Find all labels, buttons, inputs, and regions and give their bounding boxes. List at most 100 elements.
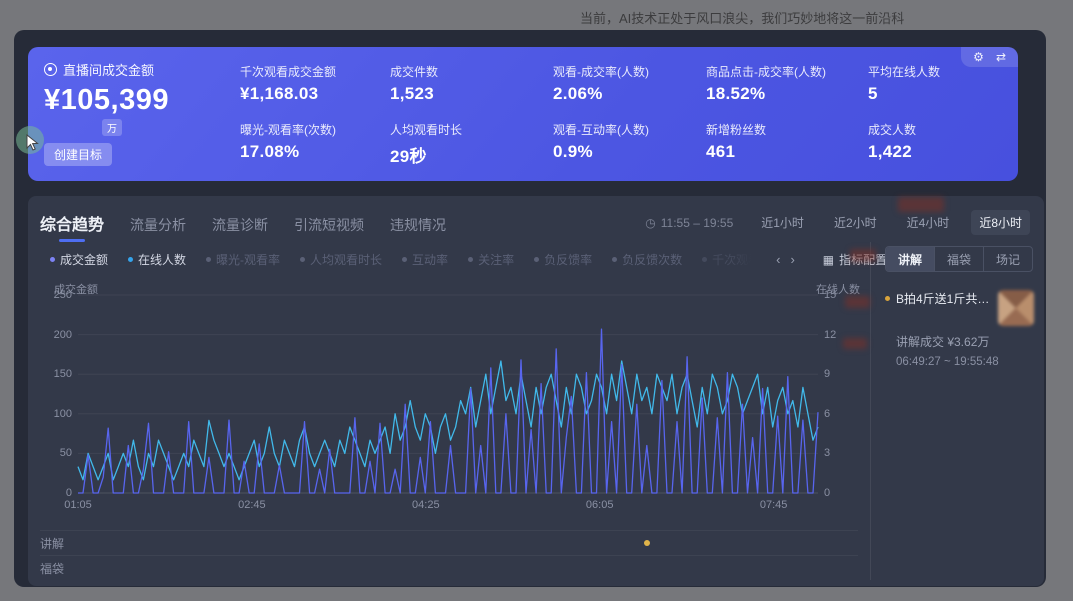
side-panel-tabs: 讲解福袋场记 bbox=[885, 246, 1033, 272]
x-tick: 02:45 bbox=[238, 499, 266, 511]
legend-nav: ‹ › bbox=[776, 252, 795, 267]
stats-corner-tools: ⚙ ⇄ bbox=[961, 47, 1018, 67]
time-option-2[interactable]: 近4小时 bbox=[899, 210, 958, 235]
target-icon bbox=[44, 63, 57, 76]
y-left-tick: 200 bbox=[42, 329, 72, 341]
time-range-display: ◷ 11:55 – 19:55 bbox=[645, 216, 733, 230]
time-quick-buttons: 近1小时近2小时近4小时近8小时 bbox=[753, 210, 1030, 235]
tab-2[interactable]: 流量诊断 bbox=[212, 215, 268, 235]
gmv-block: 直播间成交金额 ¥105,399 万 创建目标 bbox=[28, 47, 240, 181]
gmv-value: ¥105,399 bbox=[44, 84, 240, 117]
metric-config-icon: ▦ bbox=[823, 253, 834, 267]
side-tab-1[interactable]: 福袋 bbox=[935, 247, 984, 271]
clock-icon: ◷ bbox=[645, 216, 655, 230]
x-tick: 06:05 bbox=[586, 499, 614, 511]
legend-item-3[interactable]: 人均观看时长 bbox=[300, 251, 382, 268]
item-bullet-icon bbox=[885, 296, 890, 301]
legend-next-arrow[interactable]: › bbox=[790, 252, 794, 267]
swap-metrics-icon[interactable]: ⇄ bbox=[996, 50, 1006, 64]
metric-value: 5 bbox=[868, 84, 1018, 104]
trend-tabs: 综合趋势 流量分析 流量诊断 引流短视频 违规情况 bbox=[40, 211, 446, 235]
side-tab-0[interactable]: 讲解 bbox=[886, 247, 935, 271]
stats-card: 直播间成交金额 ¥105,399 万 创建目标 千次观看成交金额 ¥1,168.0… bbox=[28, 47, 1018, 181]
marker-dot-icon[interactable] bbox=[644, 540, 650, 546]
legend-label: 关注率 bbox=[478, 251, 514, 268]
legend-item-1[interactable]: 在线人数 bbox=[128, 251, 186, 268]
metric-value: 18.52% bbox=[706, 84, 868, 104]
red-smudge-artifact bbox=[845, 296, 870, 308]
legend-prev-arrow[interactable]: ‹ bbox=[776, 252, 780, 267]
y-right-tick: 6 bbox=[824, 408, 854, 420]
legend-item-8[interactable]: 千次观看 bbox=[702, 251, 752, 268]
legend-item-0[interactable]: 成交金额 bbox=[50, 251, 108, 268]
metric-value: ¥1,168.03 bbox=[240, 84, 390, 104]
metric-label: 千次观看成交金额 bbox=[240, 63, 390, 80]
metric-value: 17.08% bbox=[240, 142, 390, 162]
marker-row-1[interactable]: 福袋 bbox=[40, 555, 858, 580]
legend-label: 在线人数 bbox=[138, 251, 186, 268]
metric-value: 461 bbox=[706, 142, 868, 162]
legend-item-2[interactable]: 曝光-观看率 bbox=[206, 251, 280, 268]
legend-item-6[interactable]: 负反馈率 bbox=[534, 251, 592, 268]
metric-label: 新增粉丝数 bbox=[706, 121, 868, 138]
gmv-unit-badge: 万 bbox=[102, 119, 122, 136]
gmv-title: 直播间成交金额 bbox=[63, 60, 154, 79]
legend-item-7[interactable]: 负反馈次数 bbox=[612, 251, 682, 268]
trend-chart[interactable]: 成交金额 在线人数 0501001502002500369121501:0502… bbox=[28, 271, 870, 511]
time-option-0[interactable]: 近1小时 bbox=[753, 210, 812, 235]
metric-value: 1,523 bbox=[390, 84, 553, 104]
tab-1[interactable]: 流量分析 bbox=[130, 215, 186, 235]
red-smudge-artifact bbox=[850, 249, 876, 262]
time-controls: ◷ 11:55 – 19:55 近1小时近2小时近4小时近8小时 bbox=[645, 210, 1030, 235]
metric-value: 0.9% bbox=[553, 142, 706, 162]
metric-cell-0: 千次观看成交金额 ¥1,168.03 bbox=[240, 63, 390, 121]
y-left-tick: 150 bbox=[42, 368, 72, 380]
metric-label: 曝光-观看率(次数) bbox=[240, 121, 390, 138]
metrics-grid: 千次观看成交金额¥1,168.03成交件数1,523观看-成交率(人数)2.06… bbox=[240, 47, 1018, 181]
legend-dot-icon bbox=[206, 257, 211, 262]
legend-label: 曝光-观看率 bbox=[216, 251, 280, 268]
metric-value: 29秒 bbox=[390, 142, 553, 167]
tab-4[interactable]: 违规情况 bbox=[390, 215, 446, 235]
x-tick: 07:45 bbox=[760, 499, 788, 511]
y-right-tick: 3 bbox=[824, 447, 854, 459]
settings-gear-icon[interactable]: ⚙ bbox=[973, 50, 984, 64]
series-在线人数 bbox=[78, 361, 818, 480]
legend-dot-icon bbox=[534, 257, 539, 262]
y-right-tick: 0 bbox=[824, 487, 854, 499]
trend-header: 综合趋势 流量分析 流量诊断 引流短视频 违规情况 ◷ 11:55 – 19:55 近1… bbox=[28, 196, 1044, 235]
trend-card: 综合趋势 流量分析 流量诊断 引流短视频 违规情况 ◷ 11:55 – 19:55 近1… bbox=[28, 196, 1044, 586]
time-option-3[interactable]: 近8小时 bbox=[971, 210, 1030, 235]
y-left-tick: 0 bbox=[42, 487, 72, 499]
tab-3[interactable]: 引流短视频 bbox=[294, 215, 364, 235]
red-smudge-artifact bbox=[898, 197, 944, 212]
legend-dot-icon bbox=[702, 257, 707, 262]
side-tab-2[interactable]: 场记 bbox=[984, 247, 1032, 271]
marker-row-label: 讲解 bbox=[40, 535, 64, 552]
create-goal-button[interactable]: 创建目标 bbox=[44, 143, 112, 166]
legend-label: 人均观看时长 bbox=[310, 251, 382, 268]
plot-region[interactable] bbox=[78, 295, 818, 493]
metric-cell-2: 观看-成交率(人数)2.06% bbox=[553, 63, 706, 121]
tab-0[interactable]: 综合趋势 bbox=[40, 211, 104, 235]
time-option-1[interactable]: 近2小时 bbox=[826, 210, 885, 235]
legend-dot-icon bbox=[50, 257, 55, 262]
legend-dot-icon bbox=[468, 257, 473, 262]
chart-svg bbox=[78, 295, 818, 493]
metric-cell-8: 新增粉丝数 461 bbox=[706, 121, 868, 179]
legend-item-4[interactable]: 互动率 bbox=[402, 251, 448, 268]
marker-row-0[interactable]: 讲解 bbox=[40, 530, 858, 555]
y-right-tick: 9 bbox=[824, 368, 854, 380]
metric-cell-4: 平均在线人数5 bbox=[868, 63, 1018, 121]
overlay-caption: 当前，AI技术正处于风口浪尖，我们巧妙地将这一前沿科 bbox=[580, 8, 904, 27]
explain-item-deal: 讲解成交 ¥3.62万 bbox=[885, 333, 1042, 350]
y-left-tick: 50 bbox=[42, 447, 72, 459]
explain-item[interactable]: B拍4斤送1斤共35-4... 讲解成交 ¥3.62万 06:49:27 ~ 1… bbox=[885, 290, 1042, 368]
x-tick: 01:05 bbox=[64, 499, 92, 511]
metric-cell-9: 成交人数1,422 bbox=[868, 121, 1018, 179]
metric-label: 人均观看时长 bbox=[390, 121, 553, 138]
legend-items: 成交金额 在线人数 曝光-观看率 人均观看时长 互动率 关注率 负反馈率 负反馈次数 千次观看 bbox=[50, 251, 752, 268]
metric-label: 观看-成交率(人数) bbox=[553, 63, 706, 80]
product-thumbnail bbox=[998, 290, 1034, 326]
legend-item-5[interactable]: 关注率 bbox=[468, 251, 514, 268]
